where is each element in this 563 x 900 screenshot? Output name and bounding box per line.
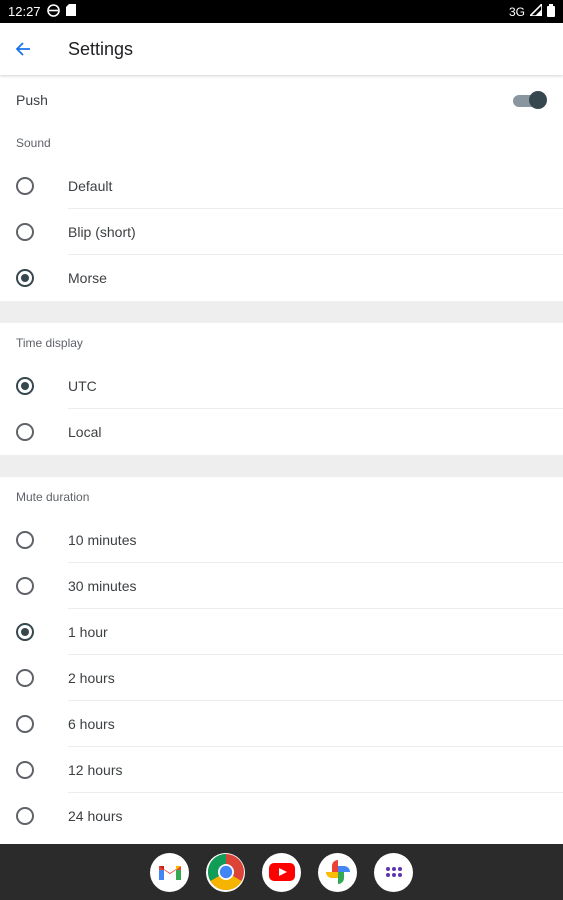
- section-mute-duration: Mute duration 10 minutes 30 minutes 1 hour…: [0, 477, 563, 839]
- radio-option[interactable]: 2 hours: [0, 655, 563, 701]
- radio-option[interactable]: Local: [0, 409, 563, 455]
- radio-option[interactable]: 1 hour: [0, 609, 563, 655]
- radio-checked-icon[interactable]: [16, 623, 34, 641]
- dock: [0, 844, 563, 900]
- section-sound: Sound Default Blip (short) Morse: [0, 123, 563, 301]
- radio-checked-icon[interactable]: [16, 269, 34, 287]
- radio-unchecked-icon[interactable]: [16, 531, 34, 549]
- push-label: Push: [16, 92, 48, 108]
- radio-option[interactable]: 10 minutes: [0, 517, 563, 563]
- radio-option[interactable]: Morse: [0, 255, 563, 301]
- radio-option-label: 10 minutes: [68, 532, 137, 548]
- photos-icon[interactable]: [318, 852, 357, 892]
- app-bar: Settings: [0, 23, 563, 75]
- radio-option-label: Morse: [68, 270, 107, 286]
- radio-option[interactable]: 12 hours: [0, 747, 563, 793]
- radio-unchecked-icon[interactable]: [16, 715, 34, 733]
- radio-unchecked-icon[interactable]: [16, 761, 34, 779]
- radio-option-label: 2 hours: [68, 670, 115, 686]
- radio-option-label: 24 hours: [68, 808, 123, 824]
- radio-unchecked-icon[interactable]: [16, 223, 34, 241]
- back-button[interactable]: [0, 23, 46, 75]
- radio-unchecked-icon[interactable]: [16, 669, 34, 687]
- radio-option-label: 6 hours: [68, 716, 115, 732]
- section-title: Sound: [16, 136, 51, 150]
- gmail-icon[interactable]: [150, 852, 189, 892]
- section-divider: [0, 301, 563, 323]
- radio-option[interactable]: 24 hours: [0, 793, 563, 839]
- radio-dot: [21, 382, 29, 390]
- settings-list: Push Sound Default Blip (short) Morse Time…: [0, 77, 563, 844]
- signal-icon: [528, 2, 543, 19]
- radio-unchecked-icon[interactable]: [16, 577, 34, 595]
- radio-option-label: Local: [68, 424, 102, 440]
- radio-dot: [21, 274, 29, 282]
- push-toggle[interactable]: [513, 90, 547, 110]
- radio-option-label: UTC: [68, 378, 97, 394]
- section-title: Time display: [16, 336, 83, 350]
- radio-option-label: 30 minutes: [68, 578, 137, 594]
- section-time-display: Time display UTC Local: [0, 323, 563, 455]
- network-type: 3G: [508, 4, 525, 19]
- radio-option-label: Default: [68, 178, 113, 194]
- radio-option[interactable]: Default: [0, 163, 563, 209]
- toggle-thumb: [529, 91, 547, 109]
- radio-option-label: 12 hours: [68, 762, 123, 778]
- radio-checked-icon[interactable]: [16, 377, 34, 395]
- status-time: 12:27: [8, 4, 41, 19]
- youtube-icon[interactable]: [262, 852, 301, 892]
- status-bar: 12:27 3G: [0, 0, 563, 23]
- vpn-icon: [46, 3, 60, 20]
- radio-unchecked-icon[interactable]: [16, 423, 34, 441]
- radio-unchecked-icon[interactable]: [16, 807, 34, 825]
- section-divider: [0, 455, 563, 477]
- sd-card-icon: [65, 4, 76, 19]
- radio-option[interactable]: UTC: [0, 363, 563, 409]
- radio-option-label: 1 hour: [68, 624, 108, 640]
- app-drawer-icon[interactable]: [374, 852, 413, 892]
- radio-option[interactable]: Blip (short): [0, 209, 563, 255]
- battery-icon: [547, 3, 555, 20]
- section-title: Mute duration: [16, 490, 90, 504]
- push-setting-row[interactable]: Push: [0, 77, 563, 123]
- radio-dot: [21, 628, 29, 636]
- page-title: Settings: [68, 38, 134, 59]
- chrome-icon[interactable]: [206, 852, 245, 892]
- arrow-back-icon: [15, 42, 30, 56]
- radio-option-label: Blip (short): [68, 224, 136, 240]
- radio-option[interactable]: 30 minutes: [0, 563, 563, 609]
- radio-option[interactable]: 6 hours: [0, 701, 563, 747]
- radio-unchecked-icon[interactable]: [16, 177, 34, 195]
